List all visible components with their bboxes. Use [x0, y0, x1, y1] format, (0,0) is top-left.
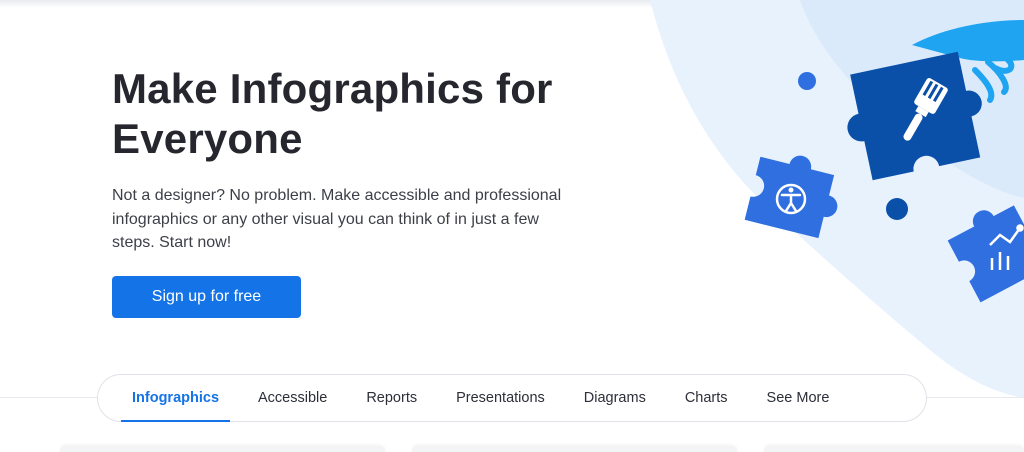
- tab-accessible[interactable]: Accessible: [258, 375, 327, 421]
- decor-dot: [886, 198, 908, 220]
- hero-text: Make Infographics for Everyone Not a des…: [112, 64, 612, 255]
- tab-reports[interactable]: Reports: [366, 375, 417, 421]
- template-card[interactable]: [412, 446, 737, 452]
- tab-presentations[interactable]: Presentations: [456, 375, 545, 421]
- hero-title: Make Infographics for Everyone: [112, 65, 553, 162]
- tab-charts[interactable]: Charts: [685, 375, 728, 421]
- template-card[interactable]: [60, 446, 385, 452]
- hero-description: Not a designer? No problem. Make accessi…: [112, 187, 562, 251]
- tab-diagrams[interactable]: Diagrams: [584, 375, 646, 421]
- tab-see-more[interactable]: See More: [767, 375, 830, 421]
- decor-dot: [798, 72, 816, 90]
- signup-button[interactable]: Sign up for free: [112, 276, 301, 318]
- hero-illustration: [650, 0, 1024, 398]
- tab-infographics[interactable]: Infographics: [121, 375, 231, 422]
- category-tabs: Infographics Accessible Reports Presenta…: [97, 374, 927, 422]
- template-card[interactable]: [764, 446, 1024, 452]
